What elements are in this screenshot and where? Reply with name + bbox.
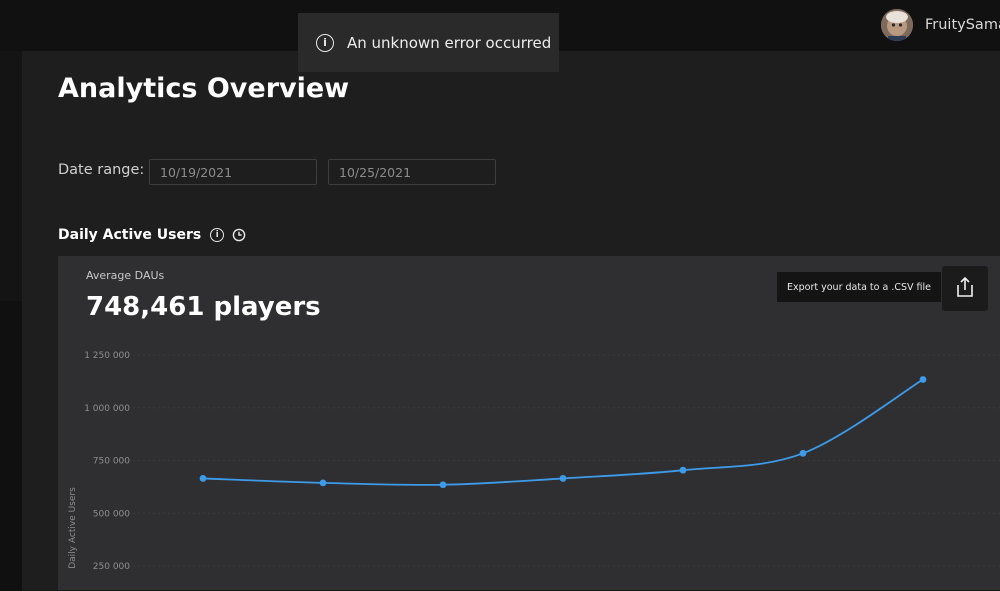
tooltip-arrow [934, 282, 940, 294]
export-csv-button[interactable] [942, 266, 988, 311]
user-name[interactable]: FruitySama [925, 17, 1000, 33]
data-point[interactable] [559, 475, 567, 482]
error-toast: i An unknown error occurred [298, 13, 559, 72]
page-title: Analytics Overview [58, 73, 350, 104]
y-tick-label: 1 000 000 [84, 404, 130, 414]
data-point[interactable] [679, 466, 687, 474]
dau-chart-card: Average DAUs 748,461 players Export your… [58, 256, 1000, 590]
y-tick-label: 1 250 000 [84, 351, 130, 361]
side-navigation-band [0, 301, 22, 591]
y-tick-label: 500 000 [93, 509, 130, 519]
section-title: Daily Active Users [58, 227, 202, 243]
y-axis-label: Daily Active Users [68, 487, 78, 569]
y-tick-label: 250 000 [93, 562, 130, 572]
data-point[interactable] [799, 449, 807, 457]
end-date-input[interactable] [328, 159, 496, 185]
export-icon [954, 275, 976, 303]
data-point[interactable] [319, 479, 327, 487]
average-dau-value: 748,461 players [86, 292, 321, 322]
info-icon: i [316, 33, 334, 52]
data-point[interactable] [919, 376, 927, 383]
dau-section-header: Daily Active Users i [58, 227, 247, 243]
avatar[interactable] [881, 9, 913, 41]
side-navigation [0, 51, 22, 591]
y-tick-label: 750 000 [93, 457, 130, 467]
start-date-input[interactable] [149, 159, 317, 185]
dau-series-line [202, 378, 924, 486]
clock-icon[interactable] [232, 228, 247, 243]
user-menu[interactable]: FruitySama [881, 8, 1000, 42]
data-point[interactable] [199, 475, 207, 482]
info-icon[interactable]: i [210, 228, 225, 242]
toast-message: An unknown error occurred [347, 33, 552, 52]
average-dau-label: Average DAUs [86, 269, 165, 282]
export-tooltip: Export your data to a .CSV file [777, 272, 941, 302]
date-range-label: Date range: [58, 162, 145, 178]
data-point[interactable] [439, 481, 447, 489]
dau-line-chart: Daily Active Users 1 250 000 1 000 000 750… [68, 351, 1000, 572]
